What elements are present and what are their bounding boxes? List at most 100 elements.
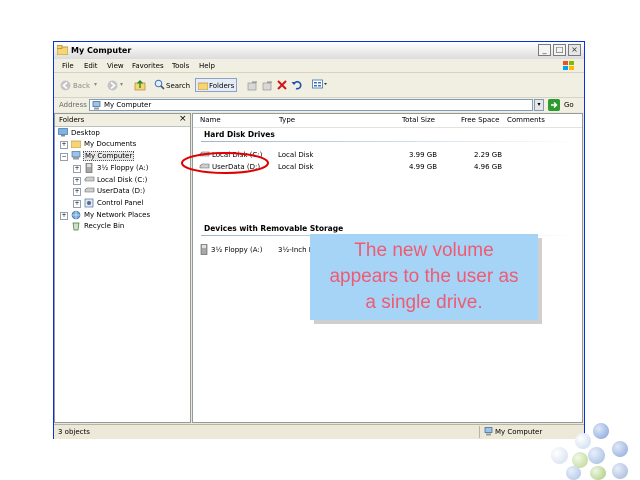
bubble <box>575 433 591 449</box>
menu-tools[interactable]: Tools <box>172 62 189 70</box>
undo-icon[interactable] <box>291 79 302 92</box>
tree-label: 3½ Floppy (A:) <box>97 164 149 172</box>
callout-text: The new volume appears to the user as a … <box>310 238 538 316</box>
menu-edit[interactable]: Edit <box>84 62 98 70</box>
go-button-label[interactable]: Go <box>564 101 574 109</box>
minimize-button[interactable]: _ <box>538 44 551 56</box>
folders-pane-title: Folders <box>59 116 85 124</box>
callout-box: The new volume appears to the user as a … <box>310 234 538 320</box>
drive-icon <box>84 187 95 196</box>
folders-icon <box>197 81 209 92</box>
menu-bar: File Edit View Favorites Tools Help <box>54 59 584 73</box>
item-type: Local Disk <box>278 163 314 171</box>
item-total-size: 3.99 GB <box>409 151 438 159</box>
forward-icon[interactable] <box>107 80 118 93</box>
address-bar: Address My Computer ▾ Go <box>54 98 584 112</box>
address-value: My Computer <box>104 101 152 109</box>
up-folder-icon[interactable] <box>134 79 146 93</box>
address-label: Address <box>59 101 87 109</box>
group-divider <box>201 141 581 142</box>
tree-label: Control Panel <box>97 199 144 207</box>
item-free-space: 2.29 GB <box>474 151 503 159</box>
collapse-toggle-icon[interactable]: − <box>60 153 68 161</box>
highlight-ellipse <box>181 152 269 174</box>
window-title: My Computer <box>71 46 132 55</box>
menu-file[interactable]: File <box>62 62 74 70</box>
column-name[interactable]: Name <box>200 116 221 127</box>
delete-icon[interactable] <box>277 80 287 92</box>
floppy-icon <box>199 244 209 257</box>
desktop-icon <box>58 128 68 139</box>
title-bar[interactable]: My Computer _ □ × <box>54 42 584 59</box>
callout-line-1: The new volume <box>354 240 494 261</box>
computer-icon <box>484 427 493 438</box>
folders-button[interactable]: Folders <box>195 78 237 92</box>
computer-icon <box>92 101 101 112</box>
folders-pane: Folders × Desktop + My Documents − My Co… <box>54 113 191 423</box>
copy-to-icon[interactable] <box>262 80 273 93</box>
recycle-bin-icon <box>71 221 81 233</box>
column-free-space[interactable]: Free Space <box>461 116 499 127</box>
bubble <box>588 447 605 464</box>
callout-line-3: a single drive. <box>365 292 483 313</box>
address-dropdown-icon[interactable]: ▾ <box>534 99 544 111</box>
expand-toggle-icon[interactable]: + <box>73 188 81 196</box>
group-hard-disks: Hard Disk Drives <box>204 130 275 139</box>
folder-icon <box>56 45 69 57</box>
tree-label: Recycle Bin <box>84 222 125 230</box>
tree-label: My Documents <box>84 140 137 148</box>
search-button-label[interactable]: Search <box>166 82 190 90</box>
folders-button-label: Folders <box>209 82 235 90</box>
menu-view[interactable]: View <box>107 62 124 70</box>
bubble <box>593 423 609 439</box>
go-arrow-icon[interactable] <box>548 99 560 113</box>
forward-dropdown-icon[interactable]: ▾ <box>120 81 123 88</box>
item-total-size: 4.99 GB <box>409 163 438 171</box>
group-removable: Devices with Removable Storage <box>204 224 344 233</box>
bubble <box>551 447 568 464</box>
close-pane-icon[interactable]: × <box>179 114 187 124</box>
status-location: My Computer <box>495 428 543 436</box>
toolbar: Back ▾ ▾ Search Folders <box>54 73 584 98</box>
column-total-size[interactable]: Total Size <box>402 116 435 127</box>
column-comments[interactable]: Comments <box>507 116 545 127</box>
views-icon[interactable] <box>312 79 330 92</box>
folders-pane-header: Folders × <box>55 114 190 127</box>
item-free-space: 4.96 GB <box>474 163 503 171</box>
tree-label: UserData (D:) <box>97 187 146 195</box>
tree-label: My Network Places <box>84 211 151 219</box>
item-name: 3½ Floppy (A:) <box>211 246 263 254</box>
item-type: Local Disk <box>278 151 314 159</box>
expand-toggle-icon[interactable]: + <box>73 200 81 208</box>
bubble <box>566 466 581 480</box>
bubble <box>612 463 628 479</box>
windows-logo-icon <box>562 60 576 73</box>
floppy-icon <box>84 163 94 175</box>
expand-toggle-icon[interactable]: + <box>60 141 68 149</box>
tree-label-selected: My Computer <box>83 151 135 161</box>
address-input[interactable]: My Computer <box>89 99 533 111</box>
expand-toggle-icon[interactable]: + <box>60 212 68 220</box>
status-bar: 3 objects My Computer <box>54 424 584 439</box>
close-button[interactable]: × <box>568 44 581 56</box>
menu-favorites[interactable]: Favorites <box>132 62 164 70</box>
move-to-icon[interactable] <box>247 80 258 93</box>
expand-toggle-icon[interactable]: + <box>73 165 81 173</box>
menu-help[interactable]: Help <box>199 62 215 70</box>
maximize-button[interactable]: □ <box>553 44 566 56</box>
expand-toggle-icon[interactable]: + <box>73 177 81 185</box>
control-panel-icon <box>84 198 94 210</box>
callout-line-2: appears to the user as <box>329 266 519 287</box>
back-dropdown-icon[interactable]: ▾ <box>94 81 97 88</box>
back-button-label[interactable]: Back <box>73 82 90 90</box>
status-divider <box>479 426 480 438</box>
bubble <box>612 441 628 457</box>
column-type[interactable]: Type <box>279 116 295 127</box>
status-object-count: 3 objects <box>58 428 90 436</box>
bubble <box>590 466 606 480</box>
search-icon[interactable] <box>154 79 165 92</box>
back-icon[interactable] <box>60 80 71 93</box>
column-header-row: Name Type Total Size Free Space Comments <box>193 114 582 128</box>
drive-icon <box>84 176 95 185</box>
folder-icon <box>70 139 82 150</box>
